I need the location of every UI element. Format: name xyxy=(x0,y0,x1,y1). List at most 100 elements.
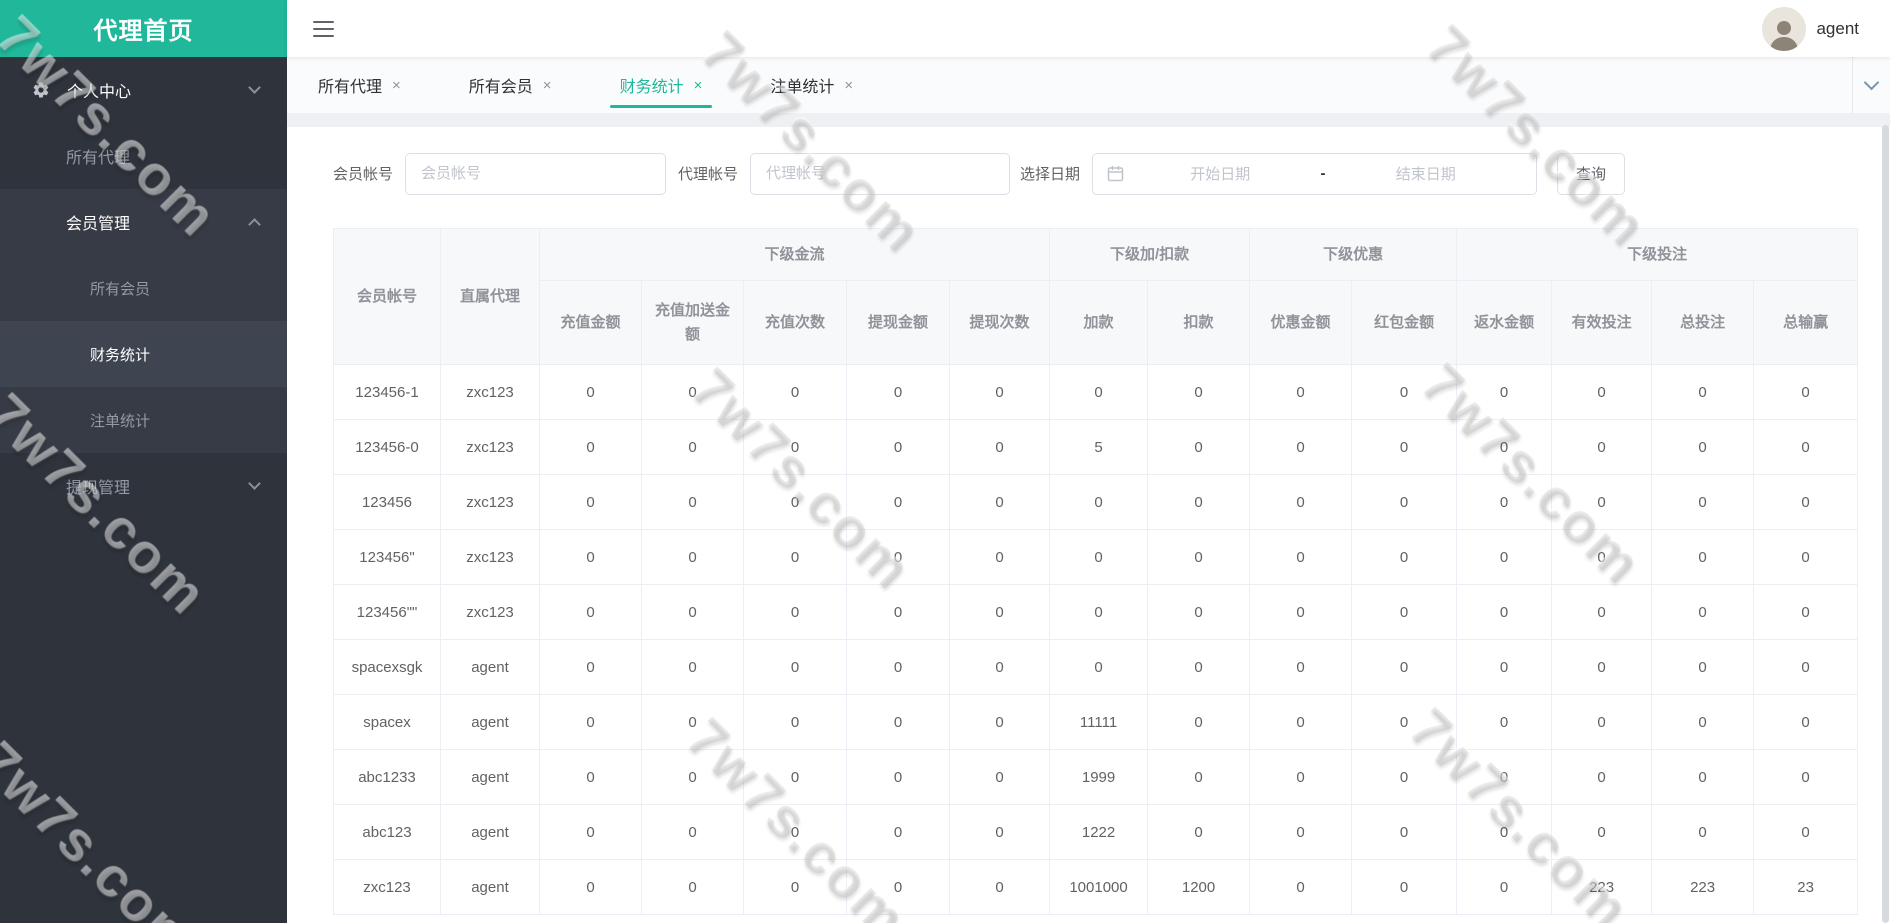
tab[interactable]: 所有代理 × xyxy=(300,57,419,113)
tab[interactable]: 注单统计 × xyxy=(752,57,871,113)
cell-value: 0 xyxy=(1753,694,1859,750)
sidebar-item[interactable]: 注单统计 xyxy=(0,387,287,453)
cell-value: 0 xyxy=(1551,474,1653,530)
sidebar-header: 代理首页 xyxy=(0,0,287,57)
close-tab-icon[interactable]: × xyxy=(844,78,853,93)
agent-account-input[interactable] xyxy=(750,152,1011,195)
cell-value: 0 xyxy=(1351,804,1458,860)
column-header: 充值金额 xyxy=(539,280,642,365)
cell-value: 0 xyxy=(539,474,642,530)
sidebar-item[interactable]: 所有代理 xyxy=(0,123,287,189)
close-tab-icon[interactable]: × xyxy=(392,78,401,93)
cell-value: 0 xyxy=(641,694,744,750)
cell-value: 0 xyxy=(948,529,1051,585)
cell-value: 0 xyxy=(743,529,847,585)
cell-value: 0 xyxy=(1651,749,1755,805)
cell-member-account: 123456-0 xyxy=(333,419,441,475)
sidebar-item[interactable]: 会员管理 xyxy=(0,189,287,255)
table-row: spacexsgk agent 0 0 0 0 0 0 0 0 0 0 0 0 0 xyxy=(333,639,1859,695)
sidebar-item[interactable]: 个人中心 xyxy=(0,57,287,123)
cell-value: 0 xyxy=(1249,749,1353,805)
query-button[interactable]: 查询 xyxy=(1557,152,1626,195)
close-tab-icon[interactable]: × xyxy=(694,78,703,93)
cell-value: 1001000 xyxy=(1049,859,1149,915)
menu-toggle-icon[interactable] xyxy=(313,20,334,37)
member-account-input[interactable] xyxy=(405,152,667,195)
cell-direct-agent: zxc123 xyxy=(440,584,540,640)
tab[interactable]: 所有会员 × xyxy=(451,57,570,113)
table-row: abc123 agent 0 0 0 0 0 1222 0 0 0 0 0 0 0 xyxy=(333,804,1859,860)
sidebar-menu: 个人中心所有代理 会员管理 所有会员 财务统计 注单统计提现管理 xyxy=(0,57,287,519)
cell-value: 1200 xyxy=(1147,859,1251,915)
cell-value: 0 xyxy=(1249,859,1353,915)
avatar xyxy=(1762,6,1807,51)
cell-value: 0 xyxy=(539,694,642,750)
chevron-down-icon xyxy=(248,81,261,94)
cell-value: 0 xyxy=(743,474,847,530)
agent-account-label: 代理帐号 xyxy=(678,166,739,183)
cell-member-account: abc1233 xyxy=(333,749,441,805)
cell-value: 11111 xyxy=(1049,694,1149,750)
tab-label: 财务统计 xyxy=(619,79,684,96)
top-header: agent xyxy=(287,0,1890,57)
column-header: 加款 xyxy=(1049,280,1149,365)
cell-direct-agent: zxc123 xyxy=(440,529,540,585)
sidebar-item[interactable]: 财务统计 xyxy=(0,321,287,387)
cell-member-account: 123456" xyxy=(333,529,441,585)
cell-direct-agent: agent xyxy=(440,859,540,915)
cell-value: 0 xyxy=(1147,639,1251,695)
cell-value: 0 xyxy=(1651,364,1755,420)
stats-table-wrap: 会员帐号 直属代理 下级金流 下级加/扣款 下级优惠 下级投注 充值金额 充值加送金额 充值次数… xyxy=(333,228,1859,915)
sidebar-item[interactable]: 所有会员 xyxy=(0,255,287,321)
cell-value: 0 xyxy=(1249,529,1353,585)
cell-value: 0 xyxy=(1551,364,1653,420)
cell-value: 0 xyxy=(641,804,744,860)
chevron-down-icon xyxy=(1863,74,1880,91)
scrollbar-thumb[interactable] xyxy=(1882,125,1889,923)
cell-value: 0 xyxy=(948,859,1051,915)
cell-member-account: 123456-1 xyxy=(333,364,441,420)
calendar-icon xyxy=(1107,165,1124,182)
cell-direct-agent: agent xyxy=(440,694,540,750)
member-account-label: 会员帐号 xyxy=(333,166,394,183)
cell-value: 0 xyxy=(1551,639,1653,695)
content-divider xyxy=(287,113,1890,127)
cell-value: 0 xyxy=(1551,804,1653,860)
cell-value: 0 xyxy=(743,859,847,915)
column-header: 优惠金额 xyxy=(1249,280,1353,365)
end-date-placeholder: 结束日期 xyxy=(1395,166,1456,183)
cell-value: 0 xyxy=(1147,694,1251,750)
cell-value: 0 xyxy=(846,364,950,420)
tabs-dropdown-button[interactable] xyxy=(1852,57,1890,113)
cell-value: 0 xyxy=(641,419,744,475)
column-group-header: 下级优惠 xyxy=(1249,228,1458,281)
table-row: abc1233 agent 0 0 0 0 0 1999 0 0 0 0 0 0 0 xyxy=(333,749,1859,805)
column-header: 返水金额 xyxy=(1456,280,1553,365)
cell-value: 0 xyxy=(1351,474,1458,530)
cell-value: 0 xyxy=(948,639,1051,695)
cell-value: 0 xyxy=(1753,749,1859,805)
date-range-input[interactable]: 开始日期 - 结束日期 xyxy=(1092,152,1538,195)
cell-value: 0 xyxy=(1551,749,1653,805)
cell-value: 0 xyxy=(846,694,950,750)
cell-value: 0 xyxy=(641,639,744,695)
cell-value: 0 xyxy=(641,364,744,420)
chevron-up-icon xyxy=(248,218,261,231)
cell-value: 0 xyxy=(1753,474,1859,530)
tab[interactable]: 财务统计 × xyxy=(602,57,721,113)
column-header: 会员帐号 xyxy=(333,228,441,365)
cell-value: 0 xyxy=(1651,474,1755,530)
cell-value: 0 xyxy=(948,694,1051,750)
close-tab-icon[interactable]: × xyxy=(543,78,552,93)
cell-value: 0 xyxy=(1753,584,1859,640)
cell-value: 0 xyxy=(743,584,847,640)
sidebar-item-label: 个人中心 xyxy=(67,84,132,101)
cell-direct-agent: zxc123 xyxy=(440,474,540,530)
column-header: 充值加送金额 xyxy=(641,280,744,365)
sidebar-item-label: 提现管理 xyxy=(66,480,131,497)
user-menu[interactable]: agent xyxy=(1762,6,1859,51)
cell-direct-agent: zxc123 xyxy=(440,419,540,475)
tab-label: 所有会员 xyxy=(468,79,533,96)
cell-value: 23 xyxy=(1753,859,1859,915)
sidebar-item[interactable]: 提现管理 xyxy=(0,453,287,519)
